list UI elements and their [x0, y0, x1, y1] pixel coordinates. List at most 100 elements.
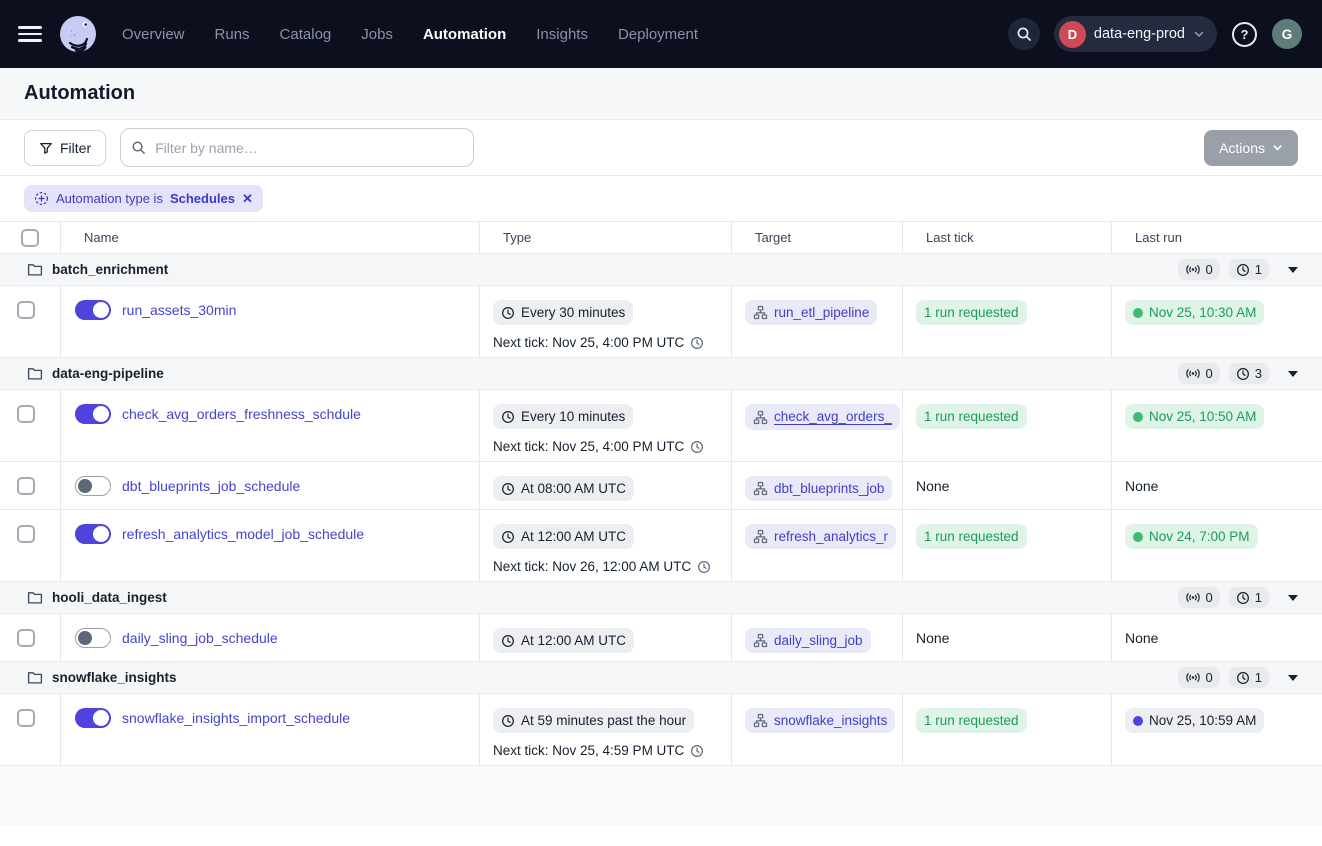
- filter-chip-automation-type[interactable]: Automation type is Schedules ✕: [24, 185, 263, 212]
- select-all-checkbox[interactable]: [21, 229, 39, 247]
- last-tick-pill[interactable]: 1 run requested: [916, 404, 1027, 429]
- last-tick-pill[interactable]: 1 run requested: [916, 524, 1027, 549]
- nav-links: Overview Runs Catalog Jobs Automation Insight…: [122, 26, 698, 43]
- last-tick-none: None: [916, 476, 949, 494]
- last-tick-pill[interactable]: 1 run requested: [916, 708, 1027, 733]
- schedule-count: 1: [1255, 670, 1262, 685]
- nav-item-deployment[interactable]: Deployment: [618, 26, 698, 43]
- nav-item-automation[interactable]: Automation: [423, 26, 506, 43]
- last-tick-cell: None: [903, 462, 1112, 509]
- schedule-type-pill: At 12:00 AM UTC: [493, 524, 634, 549]
- nav-item-catalog[interactable]: Catalog: [280, 26, 332, 43]
- name-filter-input[interactable]: [120, 128, 474, 167]
- last-run-cell: Nov 25, 10:50 AM: [1112, 390, 1322, 461]
- last-tick-pill[interactable]: 1 run requested: [916, 300, 1027, 325]
- target-cell: check_avg_orders_: [732, 390, 903, 461]
- svg-text:?: ?: [1241, 27, 1249, 42]
- target-pill[interactable]: daily_sling_job: [745, 628, 871, 653]
- schedule-toggle[interactable]: [75, 524, 111, 544]
- header-checkbox-cell: [0, 222, 61, 253]
- schedule-row-daily_sling_job_schedule: daily_sling_job_schedule At 12:00 AM UTC…: [0, 614, 1322, 662]
- schedule-row-dbt_blueprints_job_schedule: dbt_blueprints_job_schedule At 08:00 AM …: [0, 462, 1322, 510]
- target-cell: daily_sling_job: [732, 614, 903, 661]
- nav-item-overview[interactable]: Overview: [122, 26, 185, 43]
- next-tick: Next tick: Nov 25, 4:00 PM UTC: [493, 335, 723, 350]
- target-pill[interactable]: run_etl_pipeline: [745, 300, 877, 325]
- group-row-data-eng-pipeline[interactable]: data-eng-pipeline 0 3: [0, 358, 1322, 390]
- user-avatar[interactable]: G: [1272, 19, 1302, 49]
- target-pill[interactable]: dbt_blueprints_job: [745, 476, 892, 501]
- last-run-none: None: [1125, 476, 1158, 494]
- help-icon[interactable]: ?: [1231, 21, 1258, 48]
- chevron-down-icon: [1193, 28, 1205, 40]
- target-pill[interactable]: check_avg_orders_: [745, 404, 900, 430]
- schedule-toggle[interactable]: [75, 404, 111, 424]
- schedule-toggle[interactable]: [75, 300, 111, 320]
- filter-chip-value: Schedules: [170, 191, 235, 206]
- column-header-last-tick: Last tick: [903, 222, 1112, 253]
- run-status-dot-success: [1133, 412, 1143, 422]
- workspace-switcher[interactable]: D data-eng-prod: [1054, 16, 1217, 52]
- collapse-caret-icon[interactable]: [1288, 675, 1298, 681]
- close-icon[interactable]: ✕: [242, 192, 253, 205]
- sensor-count: 0: [1206, 262, 1213, 277]
- group-name: data-eng-pipeline: [52, 366, 164, 381]
- column-header-last-run: Last run: [1112, 222, 1322, 253]
- schedule-count-badge: 1: [1229, 667, 1269, 688]
- column-header-target: Target: [732, 222, 903, 253]
- schedule-row-check_avg_orders_freshness_schdule: check_avg_orders_freshness_schdule Every…: [0, 390, 1322, 462]
- target-pill[interactable]: refresh_analytics_r: [745, 524, 896, 549]
- top-nav: Overview Runs Catalog Jobs Automation Insight…: [0, 0, 1322, 68]
- last-run-pill[interactable]: Nov 25, 10:59 AM: [1125, 708, 1264, 733]
- automations-table: NameTypeTargetLast tickLast run batch_en…: [0, 222, 1322, 766]
- schedule-name-link[interactable]: dbt_blueprints_job_schedule: [122, 478, 300, 494]
- name-cell: refresh_analytics_model_job_schedule: [61, 510, 480, 581]
- search-icon[interactable]: [1008, 18, 1040, 50]
- schedule-toggle[interactable]: [75, 708, 111, 728]
- schedule-count: 1: [1255, 590, 1262, 605]
- hamburger-menu-icon[interactable]: [18, 26, 42, 42]
- nav-item-insights[interactable]: Insights: [536, 26, 588, 43]
- schedule-toggle[interactable]: [75, 628, 111, 648]
- row-checkbox[interactable]: [17, 477, 35, 495]
- collapse-caret-icon[interactable]: [1288, 595, 1298, 601]
- run-status-dot-success: [1133, 532, 1143, 542]
- sensor-count: 0: [1206, 670, 1213, 685]
- last-tick-none: None: [916, 628, 949, 646]
- schedule-toggle[interactable]: [75, 476, 111, 496]
- group-row-snowflake_insights[interactable]: snowflake_insights 0 1: [0, 662, 1322, 694]
- last-run-pill[interactable]: Nov 25, 10:50 AM: [1125, 404, 1264, 429]
- schedule-name-link[interactable]: refresh_analytics_model_job_schedule: [122, 526, 364, 542]
- last-run-cell: None: [1112, 462, 1322, 509]
- row-checkbox[interactable]: [17, 525, 35, 543]
- sensor-count-badge: 0: [1178, 363, 1220, 384]
- schedule-name-link[interactable]: run_assets_30min: [122, 302, 236, 318]
- last-tick-cell: 1 run requested: [903, 286, 1112, 357]
- row-checkbox[interactable]: [17, 405, 35, 423]
- target-pill[interactable]: snowflake_insights: [745, 708, 895, 733]
- row-checkbox-cell: [0, 614, 61, 661]
- schedule-name-link[interactable]: daily_sling_job_schedule: [122, 630, 278, 646]
- schedule-name-link[interactable]: snowflake_insights_import_schedule: [122, 710, 350, 726]
- schedule-name-link[interactable]: check_avg_orders_freshness_schdule: [122, 406, 361, 422]
- filter-button[interactable]: Filter: [24, 130, 106, 166]
- type-cell: At 12:00 AM UTC: [480, 614, 732, 661]
- last-run-pill[interactable]: Nov 25, 10:30 AM: [1125, 300, 1264, 325]
- last-tick-cell: 1 run requested: [903, 510, 1112, 581]
- row-checkbox-cell: [0, 694, 61, 765]
- collapse-caret-icon[interactable]: [1288, 267, 1298, 273]
- group-row-hooli_data_ingest[interactable]: hooli_data_ingest 0 1: [0, 582, 1322, 614]
- group-row-batch_enrichment[interactable]: batch_enrichment 0 1: [0, 254, 1322, 286]
- last-run-pill[interactable]: Nov 24, 7:00 PM: [1125, 524, 1258, 549]
- row-checkbox[interactable]: [17, 709, 35, 727]
- page-header: Automation: [0, 68, 1322, 120]
- collapse-caret-icon[interactable]: [1288, 371, 1298, 377]
- dagster-logo-icon[interactable]: [58, 14, 98, 54]
- nav-item-jobs[interactable]: Jobs: [361, 26, 393, 43]
- actions-button[interactable]: Actions: [1204, 130, 1298, 166]
- row-checkbox[interactable]: [17, 301, 35, 319]
- last-tick-cell: None: [903, 614, 1112, 661]
- nav-item-runs[interactable]: Runs: [215, 26, 250, 43]
- row-checkbox[interactable]: [17, 629, 35, 647]
- name-filter: [120, 128, 474, 167]
